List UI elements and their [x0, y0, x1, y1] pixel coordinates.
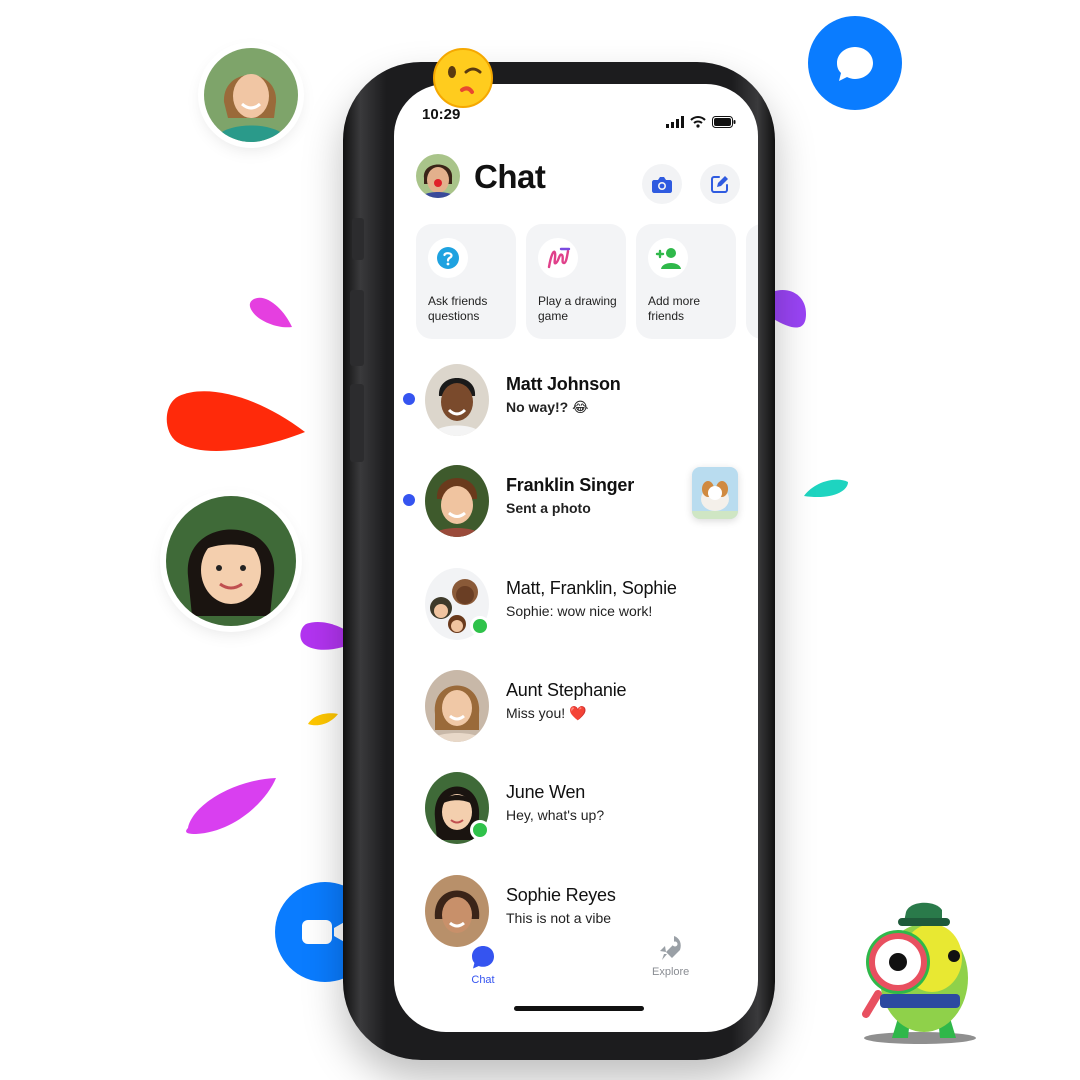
page-title: Chat [474, 158, 546, 195]
quick-action-label: Add more friends [648, 294, 701, 323]
chat-name: Sophie Reyes [506, 885, 616, 905]
chat-message: No way!? 😂 [506, 399, 589, 415]
chat-row-aunt-stephanie[interactable]: Aunt Stephanie Miss you! ❤️ [394, 662, 758, 752]
chat-message: Miss you! ❤️ [506, 705, 587, 721]
quick-action-partial[interactable]: S [746, 224, 758, 339]
quick-action-ask-friends[interactable]: Ask friends questions [416, 224, 516, 339]
chat-row-sophie-reyes[interactable]: Sophie Reyes This is not a vibe [394, 867, 758, 957]
chat-message: Sophie: wow nice work! [506, 603, 653, 619]
status-icons [666, 116, 736, 128]
volume-up-button [350, 290, 364, 366]
messenger-bubble-icon [808, 16, 902, 110]
chat-row-matt-johnson[interactable]: Matt Johnson No way!? 😂 [394, 356, 758, 446]
chat-name: Aunt Stephanie [506, 680, 627, 700]
battery-icon [712, 116, 736, 128]
avatar-franklin-singer [425, 465, 489, 537]
floating-avatar-girl [166, 496, 296, 626]
purple-blob-bottom [186, 778, 276, 834]
chat-message: Hey, what's up? [506, 807, 605, 823]
avatar-sophie-reyes [425, 875, 489, 947]
quick-action-add-friends[interactable]: Add more friends [636, 224, 736, 339]
chat-name: Franklin Singer [506, 475, 635, 495]
red-blob [166, 391, 305, 451]
winking-emoji-icon [433, 48, 493, 108]
quick-action-label: Ask friends questions [428, 294, 488, 323]
chat-row-group[interactable]: Matt, Franklin, Sophie Sophie: wow nice … [394, 560, 758, 650]
compose-button[interactable] [700, 164, 740, 204]
drawing-squiggle-icon [538, 238, 578, 278]
tab-chat[interactable]: Chat [470, 944, 496, 986]
chat-row-franklin-singer[interactable]: Franklin Singer Sent a photo [394, 457, 758, 547]
quick-action-label: Play a drawing game [538, 294, 617, 323]
detective-sticker-icon [862, 902, 976, 1044]
teal-blob [804, 479, 848, 498]
rocket-icon [659, 936, 681, 960]
pink-blob-top [249, 297, 292, 328]
volume-down-button [350, 384, 364, 462]
camera-icon [652, 177, 672, 193]
promo-stage: 10:29 Chat Ask friends questions Play a … [0, 0, 1080, 1080]
wifi-icon [690, 116, 706, 128]
quick-actions: Ask friends questions Play a drawing gam… [416, 224, 758, 339]
phone-screen: 10:29 Chat Ask friends questions Play a … [394, 84, 758, 1032]
tab-label: Explore [652, 966, 690, 978]
unread-indicator [403, 494, 415, 506]
avatar-aunt-stephanie [425, 670, 489, 742]
compose-icon [711, 176, 728, 193]
chat-name: Matt, Franklin, Sophie [506, 578, 677, 598]
chat-name: Matt Johnson [506, 374, 621, 394]
tab-explore[interactable]: Explore [652, 934, 689, 978]
online-indicator [470, 616, 490, 636]
chat-message: This is not a vibe [506, 910, 612, 926]
status-time: 10:29 [422, 106, 461, 123]
floating-avatar-woman [204, 48, 298, 142]
unread-indicator [403, 393, 415, 405]
photo-thumbnail[interactable] [692, 467, 738, 519]
signal-icon [666, 116, 684, 128]
home-indicator [514, 1006, 644, 1011]
question-icon [428, 238, 468, 278]
avatar-matt-johnson [425, 364, 489, 436]
camera-button[interactable] [642, 164, 682, 204]
chat-row-june-wen[interactable]: June Wen Hey, what's up? [394, 764, 758, 854]
quick-action-drawing-game[interactable]: Play a drawing game [526, 224, 626, 339]
add-friend-icon [648, 238, 688, 278]
chat-message: Sent a photo [506, 500, 591, 516]
profile-avatar[interactable] [416, 154, 460, 198]
chat-name: June Wen [506, 782, 586, 802]
chat-bubble-icon [472, 946, 494, 969]
online-indicator [470, 820, 490, 840]
silent-switch [352, 218, 364, 260]
yellow-blob [308, 713, 338, 726]
tab-label: Chat [471, 974, 495, 986]
